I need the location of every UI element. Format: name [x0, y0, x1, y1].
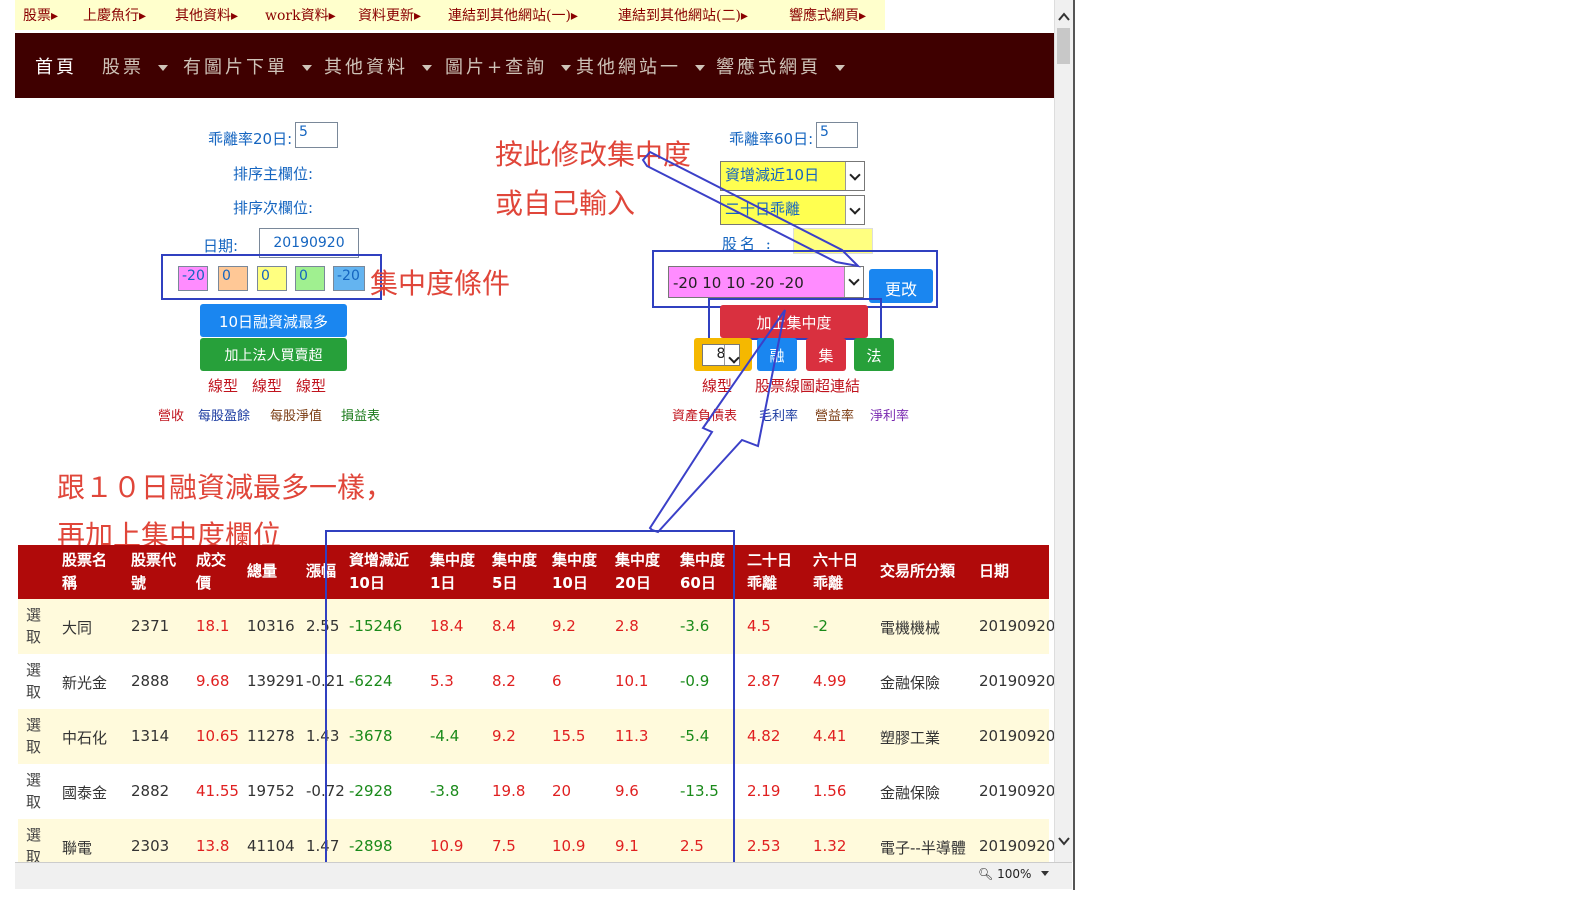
annotation-arrows: [325, 150, 861, 881]
conc-columns-highlight: [325, 530, 735, 881]
arrow-to-table: [648, 309, 786, 534]
chevron-down-icon[interactable]: [1041, 871, 1049, 876]
vertical-scrollbar[interactable]: [1054, 0, 1073, 862]
zoom-icon: 🔍︎: [978, 867, 994, 881]
zoom-value: 100%: [997, 867, 1032, 881]
scroll-arrows-icon: [1057, 12, 1070, 846]
zoom-indicator[interactable]: 🔍︎ 100%: [978, 867, 1031, 881]
arrow-to-select: [641, 150, 861, 268]
status-bar: 🔍︎ 100%: [15, 862, 1072, 889]
window-edge: [1073, 0, 1075, 890]
